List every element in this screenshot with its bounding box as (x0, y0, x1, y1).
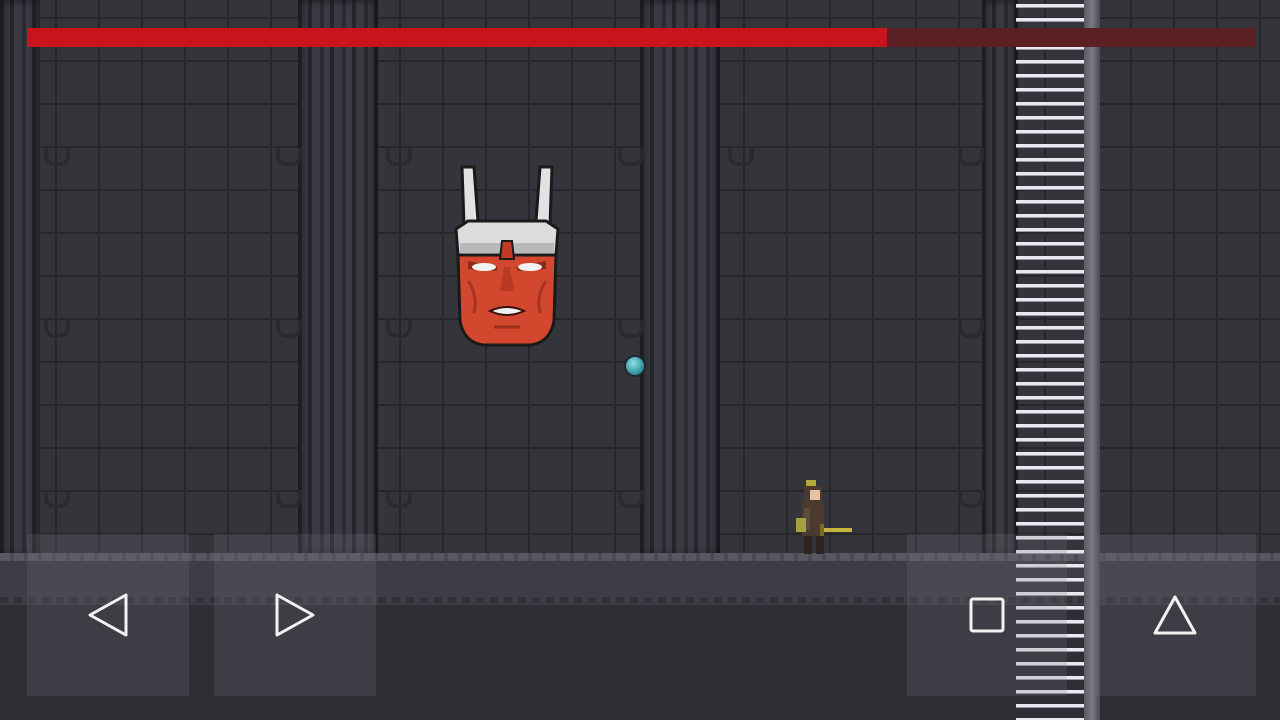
wall-hook-icon (44, 148, 70, 166)
wall-hook-icon (386, 320, 412, 338)
boss-demon-mask (452, 163, 562, 349)
attack-button[interactable] (907, 534, 1067, 696)
wall-hook-icon (618, 320, 644, 338)
wall-hook-icon (386, 148, 412, 166)
wall-hook-icon (958, 320, 984, 338)
wall-hook-icon (618, 148, 644, 166)
square-icon (969, 597, 1005, 633)
right-arrow-icon (275, 593, 315, 637)
wall-hook-icon (958, 490, 984, 508)
wall-hook-icon (44, 490, 70, 508)
projectile-orb (626, 357, 644, 375)
stone-pillar (0, 0, 40, 556)
demon-mask-icon (454, 165, 560, 347)
stone-pillar (298, 0, 378, 556)
move-right-button[interactable] (214, 534, 376, 696)
up-triangle-icon (1153, 595, 1197, 635)
wall-hook-icon (728, 148, 754, 166)
wall-hook-icon (958, 148, 984, 166)
left-arrow-icon (88, 593, 128, 637)
move-left-button[interactable] (27, 534, 189, 696)
jump-button[interactable] (1094, 534, 1256, 696)
stone-pillar (640, 0, 720, 556)
knight-player-icon (796, 480, 852, 554)
stone-pillar (982, 0, 1018, 556)
wall-hook-icon (44, 320, 70, 338)
wall-hook-icon (386, 490, 412, 508)
boss-health-bar (27, 28, 1256, 47)
wall-hook-icon (276, 320, 302, 338)
boss-health-fill (27, 28, 888, 47)
player-character (796, 478, 856, 556)
game-viewport (0, 0, 1280, 720)
wall-hook-icon (618, 490, 644, 508)
wall-hook-icon (276, 148, 302, 166)
wall-hook-icon (276, 490, 302, 508)
